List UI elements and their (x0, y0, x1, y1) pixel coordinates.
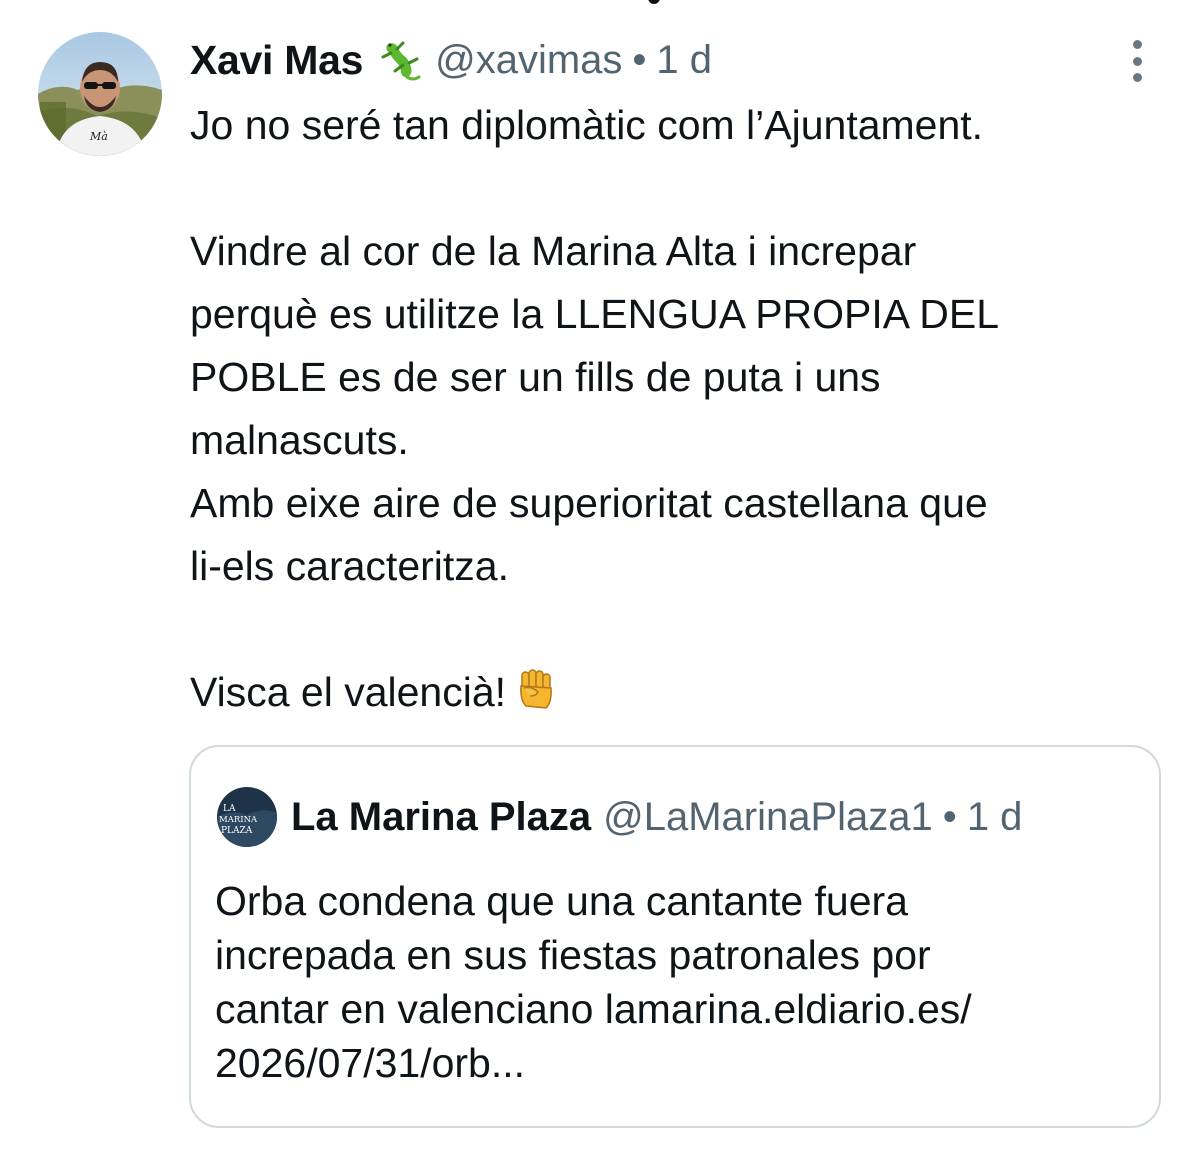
quoted-tweet-card[interactable]: LA MARINA PLAZA La Marina Plaza @LaMarin… (189, 745, 1161, 1128)
separator-dot: • (632, 37, 647, 82)
tweet-text-line: Amb eixe aire de superioritat castellana… (190, 480, 988, 526)
quoted-tweet-header: LA MARINA PLAZA La Marina Plaza @LaMarin… (217, 787, 1023, 847)
quoted-avatar-text: LA (223, 804, 236, 814)
handle[interactable]: @xavimas (435, 38, 622, 83)
tweet-header: Xavi Mas @xavimas • 1 d (190, 32, 712, 88)
quoted-tweet-text: Orba condena que una cantante fuera incr… (215, 874, 1135, 1090)
quoted-text-line: increpada en sus fiestas patronales por (215, 932, 931, 978)
more-vertical-icon[interactable] (1120, 38, 1154, 84)
tweet-text-line: perquè es utilitze la LLENGUA PROPIA DEL (190, 291, 1000, 337)
previous-item-fragment (648, 0, 660, 4)
tweet-text-line: Visca el valencià! (190, 669, 507, 715)
raised-fist-icon (512, 666, 560, 714)
tweet-text-line: POBLE es de ser un fills de puta i uns (190, 354, 881, 400)
svg-text:Mà: Mà (89, 130, 108, 143)
quoted-avatar-text: MARINA (219, 815, 258, 825)
tweet-text: Jo no seré tan diplomàtic com l’Ajuntame… (190, 94, 1150, 724)
quoted-display-name[interactable]: La Marina Plaza (291, 795, 591, 840)
tweet-text-line: Vindre al cor de la Marina Alta i increp… (190, 228, 917, 274)
timestamp[interactable]: 1 d (656, 38, 712, 83)
tweet-text-line: li-els caracteritza. (190, 543, 509, 589)
quoted-avatar-text: PLAZA (221, 826, 253, 836)
separator-dot: • (942, 794, 957, 839)
quoted-handle[interactable]: @LaMarinaPlaza1 (603, 795, 933, 840)
quoted-text-line: cantar en valenciano lamarina.eldiario.e… (215, 986, 972, 1032)
quoted-text-line: 2026/07/31/orb... (215, 1040, 526, 1086)
avatar[interactable]: Mà (38, 32, 162, 156)
tweet-text-line: malnascuts. (190, 417, 409, 463)
lizard-icon (377, 37, 423, 83)
quoted-avatar[interactable]: LA MARINA PLAZA (217, 787, 277, 847)
quoted-text-line: Orba condena que una cantante fuera (215, 878, 908, 924)
tweet-text-line: Jo no seré tan diplomàtic com l’Ajuntame… (190, 102, 984, 148)
quoted-timestamp[interactable]: 1 d (967, 795, 1023, 840)
tweet-text-line-last: Visca el valencià! (190, 661, 1150, 724)
avatar-photo: Mà (38, 32, 162, 156)
display-name[interactable]: Xavi Mas (190, 37, 363, 84)
